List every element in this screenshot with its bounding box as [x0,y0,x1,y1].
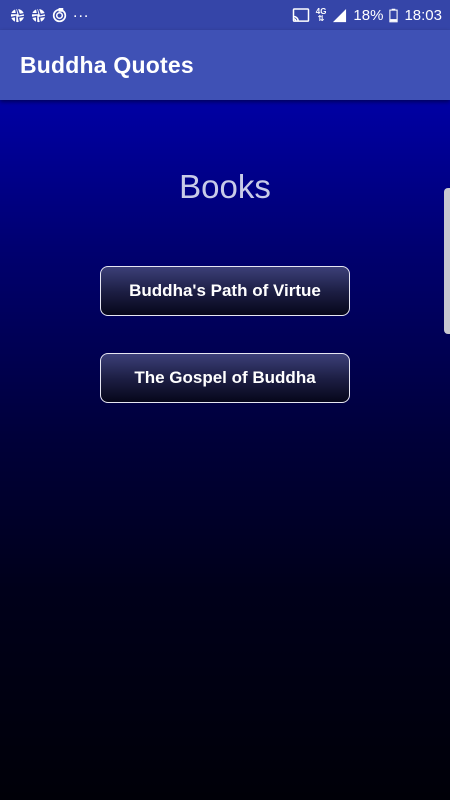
sync-icon [52,7,67,22]
app-title: Buddha Quotes [20,51,194,78]
fast-scroll-handle[interactable] [444,188,450,334]
signal-icon [333,8,347,22]
battery-percent: 18% [353,6,384,24]
clock: 18:03 [404,6,442,24]
cast-icon [292,7,309,22]
network-type-text: 4G [315,7,327,16]
notification-overflow: ... [73,4,90,21]
screen: ... 4G ⇅ 18% 18:03 Buddha Quotes Books B… [0,0,450,800]
status-left: ... [10,4,89,23]
book-button-gospel-of-buddha[interactable]: The Gospel of Buddha [100,353,350,403]
books-screen: Books Buddha's Path of Virtue The Gospel… [0,100,450,800]
book-button-path-of-virtue[interactable]: Buddha's Path of Virtue [100,266,350,316]
camera-shutter-icon [31,8,46,22]
page-title: Books [179,168,271,205]
status-bar: ... 4G ⇅ 18% 18:03 [0,0,450,30]
network-type-label: 4G ⇅ [315,7,327,23]
app-bar: Buddha Quotes [0,30,450,100]
status-right: 4G ⇅ 18% 18:03 [292,7,442,24]
camera-shutter-icon [10,8,25,22]
battery-icon [389,8,399,22]
